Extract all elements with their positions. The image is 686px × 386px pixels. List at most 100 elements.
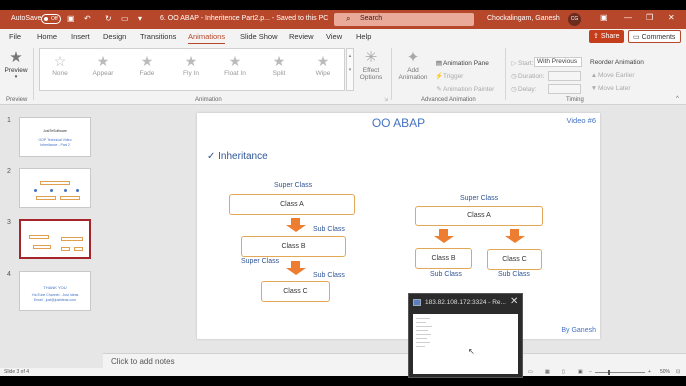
animation-float-in[interactable]: ★ Float In: [215, 52, 255, 77]
tab-insert[interactable]: Insert: [71, 32, 90, 41]
delay-input[interactable]: [548, 84, 581, 94]
preview-button[interactable]: ★ Preview ▾: [3, 48, 29, 80]
zoom-level[interactable]: 50%: [660, 369, 670, 375]
redo-icon[interactable]: ↻: [105, 14, 112, 23]
class-a-box[interactable]: Class A: [229, 194, 355, 215]
tab-file[interactable]: File: [9, 32, 21, 41]
star-icon: ☆: [53, 53, 67, 69]
thumb-shape: [33, 245, 51, 249]
add-animation-button[interactable]: ✦ Add Animation: [396, 48, 430, 81]
close-icon[interactable]: ✕: [668, 13, 675, 22]
zoom-slider-thumb[interactable]: [608, 370, 610, 375]
group-separator: [33, 48, 34, 100]
remote-desktop-popup[interactable]: 183.82.108.172:3324 - Re... ✕ ↖: [408, 293, 523, 378]
ribbon: ★ Preview ▾ Preview ☆ None ★ Appear ★ Fade …: [0, 44, 686, 105]
search-box[interactable]: ⌕ Search: [334, 13, 474, 26]
ribbon-tabs: File Home Insert Design Transitions Anim…: [0, 29, 686, 45]
slide-thumbnail-pane: 1 JustTeSoftware OOP Technical Video Inh…: [0, 105, 103, 366]
video-tag[interactable]: Video #6: [567, 116, 596, 125]
slide-sorter-icon[interactable]: ▦: [545, 369, 550, 375]
comments-button[interactable]: ▭ Comments: [628, 30, 681, 43]
super-class-label[interactable]: Super Class: [460, 195, 498, 202]
current-slide[interactable]: OO ABAP Video #6 ✓ Inheritance Super Cla…: [197, 113, 600, 339]
tab-slide-show[interactable]: Slide Show: [240, 32, 278, 41]
slide-heading[interactable]: ✓ Inheritance: [207, 151, 268, 162]
move-later-button[interactable]: ▼Move Later: [590, 85, 631, 92]
tab-view[interactable]: View: [326, 32, 342, 41]
trigger-button[interactable]: ⚡Trigger: [435, 72, 463, 80]
class-c-box[interactable]: Class C: [487, 249, 542, 270]
present-icon[interactable]: ▭: [121, 14, 129, 23]
start-dropdown[interactable]: With Previous: [534, 57, 582, 67]
dialog-launcher-icon[interactable]: ⇲: [384, 97, 388, 103]
class-a-box[interactable]: Class A: [415, 206, 543, 226]
zoom-in-icon[interactable]: +: [648, 369, 651, 375]
slide-thumbnail-4[interactable]: THANK YOU YouTube Channel - Just Ideas E…: [19, 271, 91, 311]
tab-home[interactable]: Home: [37, 32, 57, 41]
close-icon[interactable]: ✕: [510, 296, 518, 307]
customize-quick-access-icon[interactable]: ▾: [138, 14, 142, 23]
slide-number: 4: [7, 271, 11, 278]
thumb-shape: [76, 189, 79, 192]
animation-pane-button[interactable]: ▤Animation Pane: [435, 59, 489, 67]
fit-slide-icon[interactable]: ⊡: [676, 369, 680, 375]
remote-desktop-preview: ↖: [413, 314, 518, 374]
animation-fade[interactable]: ★ Fade: [127, 52, 167, 77]
tab-help[interactable]: Help: [356, 32, 371, 41]
class-b-box[interactable]: Class B: [241, 236, 346, 257]
avatar[interactable]: CG: [568, 13, 581, 26]
animation-wipe[interactable]: ★ Wipe: [303, 52, 343, 77]
tab-design[interactable]: Design: [103, 32, 126, 41]
undo-icon[interactable]: ↶: [84, 14, 91, 23]
class-b-box[interactable]: Class B: [415, 248, 472, 269]
share-icon: ⇪: [593, 33, 601, 40]
animation-fly-in[interactable]: ★ Fly In: [171, 52, 211, 77]
star-icon: ★: [228, 53, 242, 69]
autosave-toggle[interactable]: Off: [41, 14, 61, 24]
tab-transitions[interactable]: Transitions: [140, 32, 176, 41]
animation-none[interactable]: ☆ None: [40, 52, 80, 77]
effect-options-button[interactable]: ✳ Effect Options: [357, 48, 385, 81]
gallery-scroll[interactable]: ▴ ▾: [346, 48, 354, 91]
sub-class-label[interactable]: Sub Class: [313, 272, 345, 279]
sub-class-label[interactable]: Sub Class: [498, 271, 530, 278]
sub-class-label[interactable]: Sub Class: [313, 226, 345, 233]
slide-title[interactable]: OO ABAP: [197, 116, 600, 130]
ribbon-display-icon[interactable]: ▣: [600, 13, 608, 22]
thumb-shape: [50, 189, 53, 192]
timing-group-label: Timing: [566, 97, 584, 103]
animation-split[interactable]: ★ Split: [259, 52, 299, 77]
search-placeholder: Search: [360, 15, 383, 22]
save-icon[interactable]: ▣: [67, 14, 75, 23]
notes-pane[interactable]: Click to add notes: [103, 353, 686, 368]
slide-thumbnail-1[interactable]: JustTeSoftware OOP Technical Video Inher…: [19, 117, 91, 157]
super-class-label[interactable]: Super Class: [241, 258, 279, 265]
tab-review[interactable]: Review: [289, 32, 314, 41]
slide-thumbnail-3[interactable]: [19, 219, 91, 259]
reading-view-icon[interactable]: ▯: [562, 369, 565, 375]
animation-pane-label: Animation Pane: [443, 60, 489, 67]
preview-label: Preview: [4, 67, 28, 74]
zoom-slider[interactable]: [595, 372, 645, 373]
slide-footer[interactable]: By Ganesh: [561, 327, 596, 334]
super-class-label[interactable]: Super Class: [274, 182, 312, 189]
minimize-icon[interactable]: —: [624, 13, 632, 22]
slideshow-view-icon[interactable]: ▣: [578, 369, 583, 375]
title-bar: AutoSave Off ▣ ↶ ↻ ▭ ▾ 6. OO ABAP - Inhe…: [0, 10, 686, 29]
slide-editing-area: OO ABAP Video #6 ✓ Inheritance Super Cla…: [103, 105, 686, 353]
zoom-out-icon[interactable]: −: [589, 369, 592, 375]
move-earlier-button[interactable]: ▲Move Earlier: [590, 72, 635, 79]
class-c-box[interactable]: Class C: [261, 281, 330, 302]
animation-painter-button[interactable]: ✎Animation Painter: [435, 85, 494, 93]
duration-input[interactable]: [548, 71, 581, 81]
slide-thumbnail-2[interactable]: [19, 168, 91, 208]
normal-view-icon[interactable]: ▭: [528, 369, 533, 375]
maximize-icon[interactable]: ❐: [646, 13, 653, 22]
animation-label: Appear: [92, 70, 114, 77]
animation-appear[interactable]: ★ Appear: [83, 52, 123, 77]
sub-class-label[interactable]: Sub Class: [430, 271, 462, 278]
share-button[interactable]: ⇪ Share: [589, 30, 624, 43]
preview-line: [416, 342, 430, 343]
tab-animations[interactable]: Animations: [188, 32, 226, 45]
collapse-ribbon-icon[interactable]: ^: [676, 96, 679, 102]
